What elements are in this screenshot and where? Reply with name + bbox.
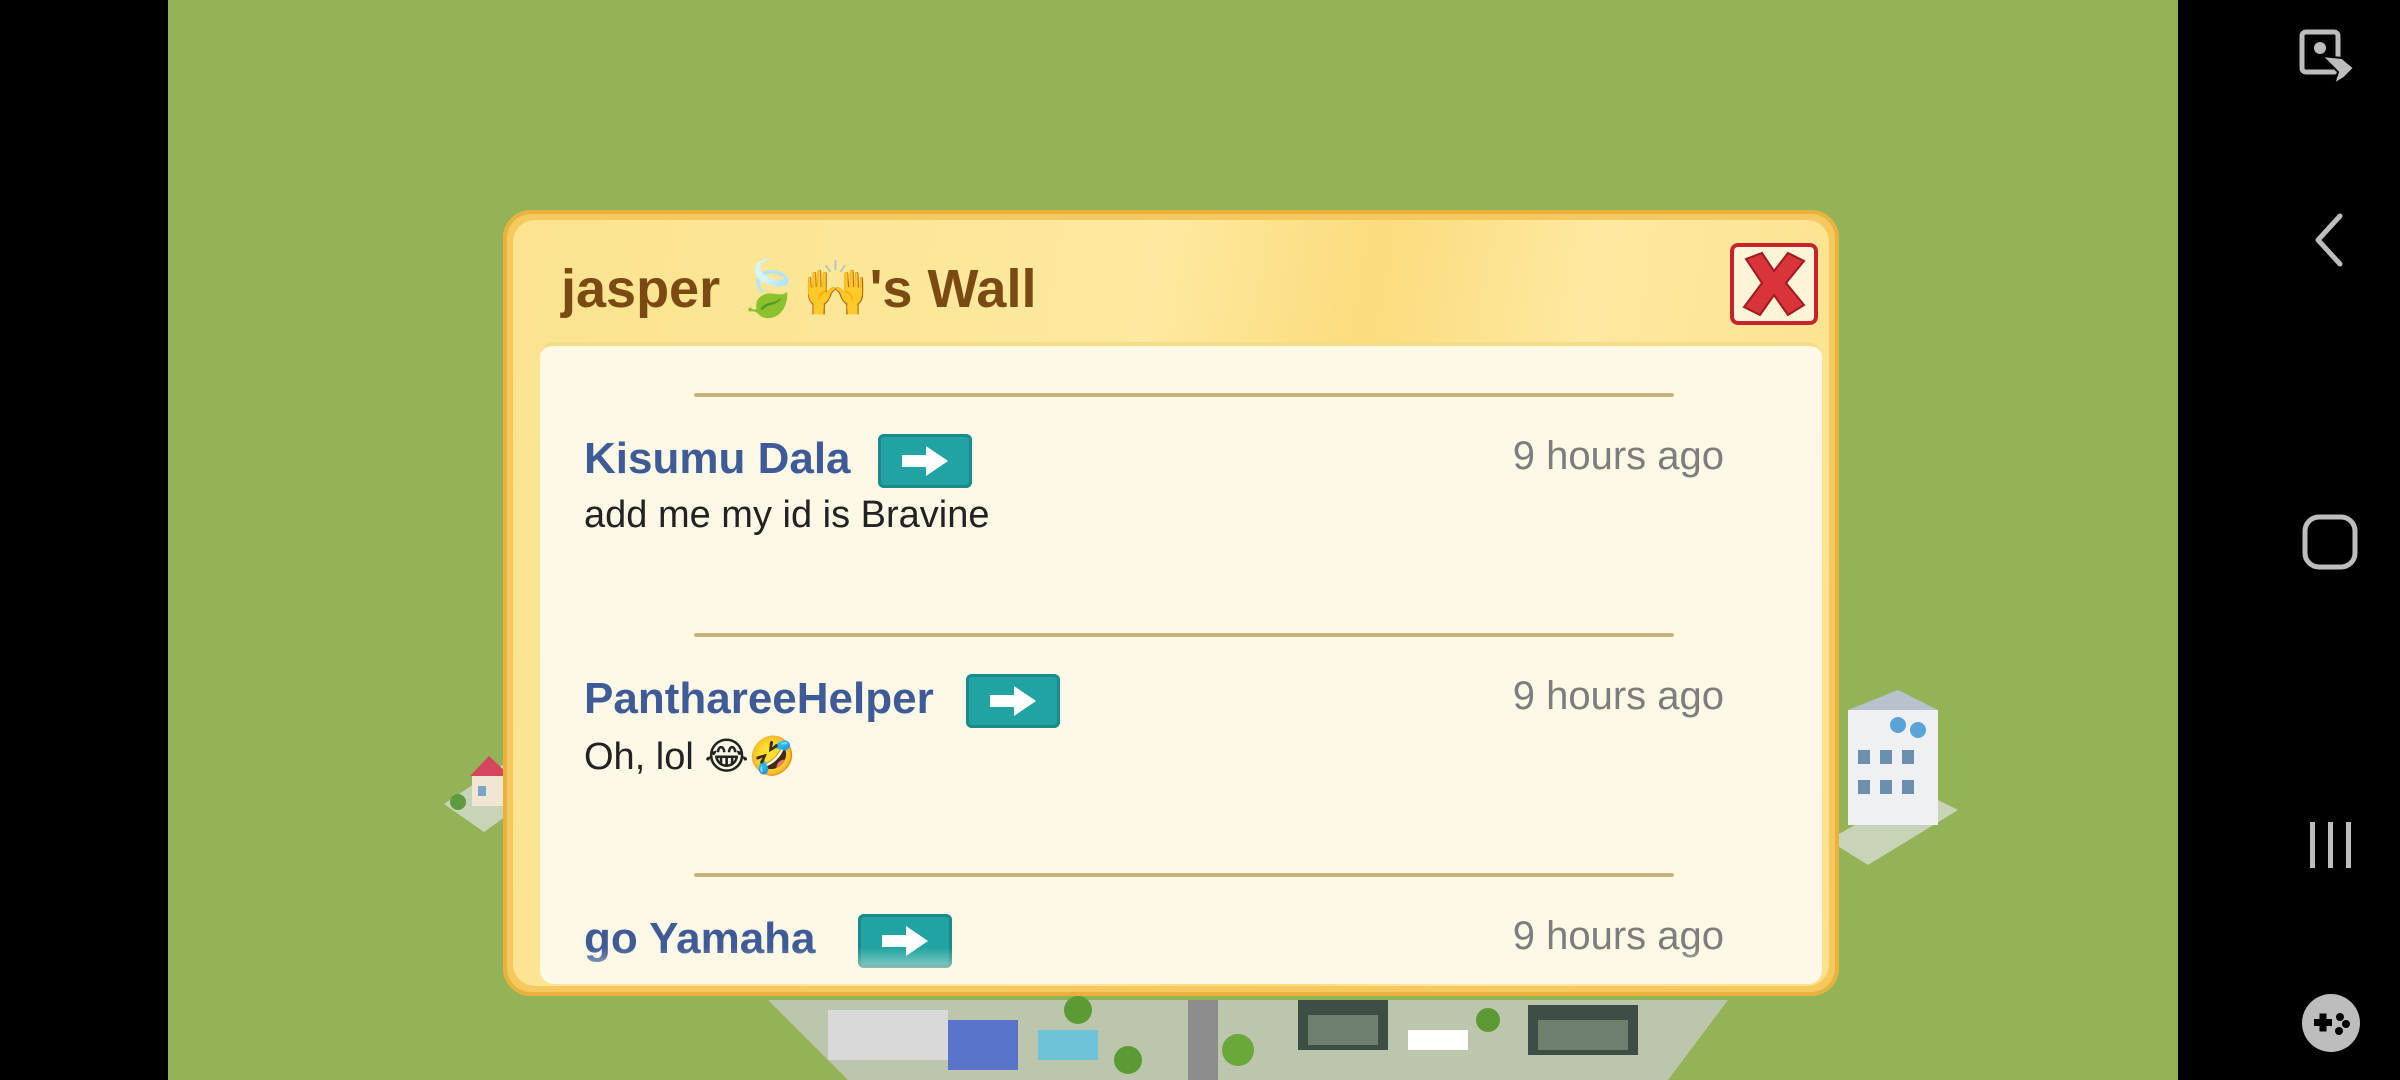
post-divider [694, 873, 1674, 877]
post-time: 9 hours ago [1512, 674, 1724, 718]
left-black-bar [0, 0, 168, 1080]
visit-button[interactable] [966, 674, 1060, 728]
post-author[interactable]: Kisumu Dala [584, 434, 851, 484]
post-divider [694, 633, 1674, 637]
close-x-icon [1742, 251, 1806, 317]
wall-title: jasper 🍃🙌's Wall [561, 259, 1037, 319]
navigation-bar [2178, 0, 2400, 1080]
arrow-right-icon [902, 446, 948, 476]
wall-dialog-inner: jasper 🍃🙌's Wall Kisumu Dala 9 hours ago… [513, 220, 1829, 986]
close-button[interactable] [1730, 243, 1818, 325]
arrow-right-icon [990, 686, 1036, 716]
wall-posts-list[interactable]: Kisumu Dala 9 hours ago add me my id is … [540, 342, 1822, 984]
post-text: add me my id is Bravine [584, 494, 990, 536]
game-tools-icon[interactable] [2300, 992, 2362, 1054]
town-strip [768, 996, 1728, 1080]
recent-apps-icon[interactable] [2304, 818, 2358, 872]
post-author[interactable]: PanthareeHelper [584, 674, 934, 724]
home-icon[interactable] [2300, 512, 2360, 572]
post-text: Oh, lol 😂🤣 [584, 736, 797, 778]
post-time: 9 hours ago [1512, 434, 1724, 478]
right-building-tile [1828, 690, 1958, 865]
wall-dialog: jasper 🍃🙌's Wall Kisumu Dala 9 hours ago… [503, 210, 1839, 996]
screen-touch-icon[interactable] [2298, 28, 2362, 92]
visit-button[interactable] [878, 434, 972, 488]
list-fade [540, 948, 1822, 984]
post-divider [694, 393, 1674, 397]
back-icon[interactable] [2310, 210, 2350, 270]
